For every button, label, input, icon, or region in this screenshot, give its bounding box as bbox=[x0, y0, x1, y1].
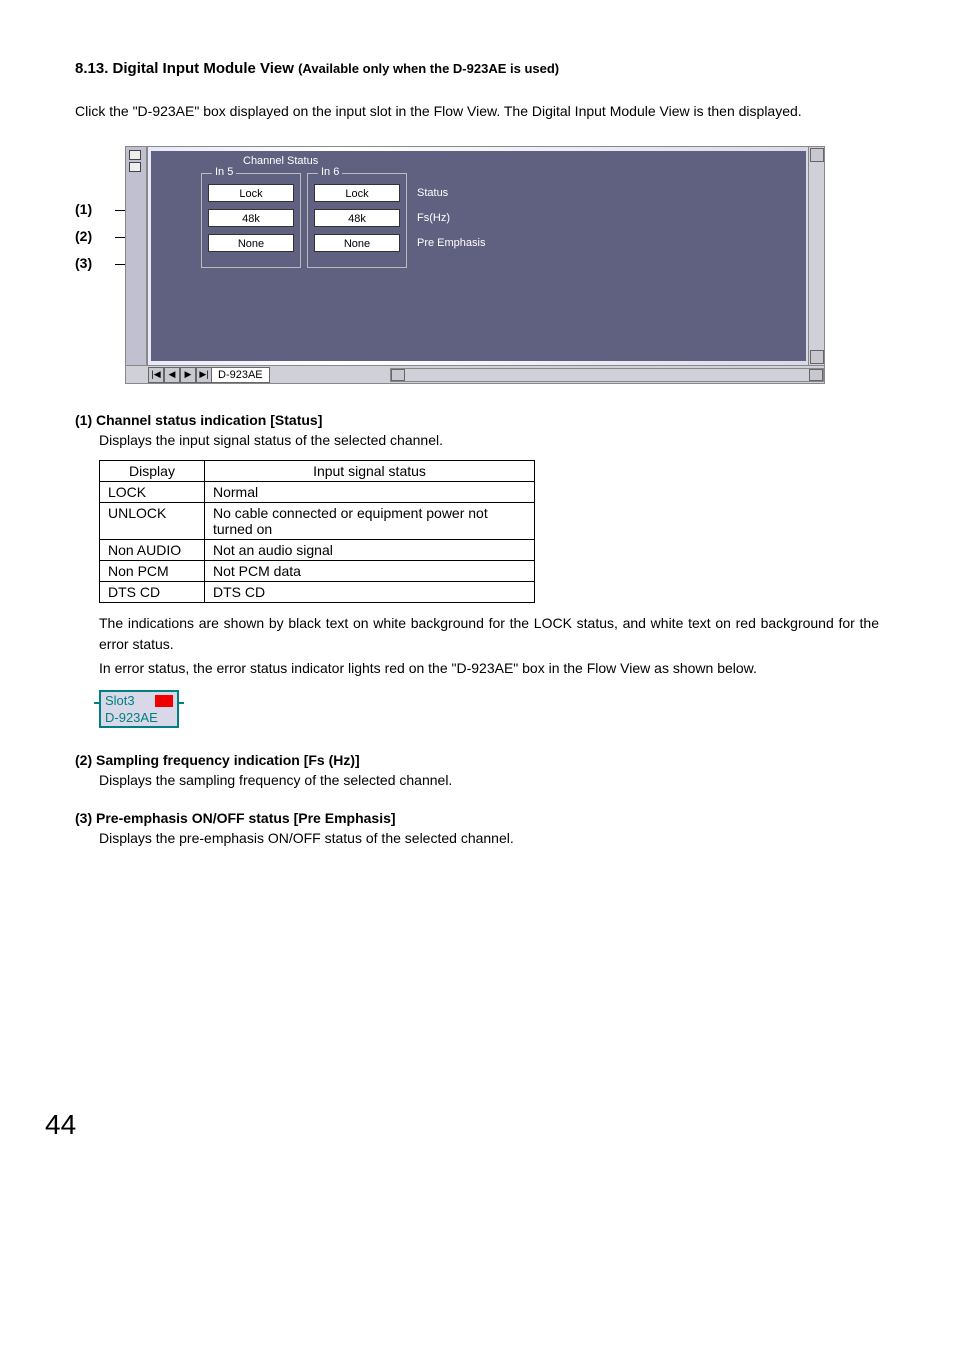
row-label-status: Status bbox=[413, 184, 485, 202]
table-row: LOCK Normal bbox=[100, 482, 535, 503]
status-value: Lock bbox=[208, 184, 294, 202]
row-labels: Status Fs(Hz) Pre Emphasis bbox=[413, 173, 485, 259]
intro-paragraph: Click the "D-923AE" box displayed on the… bbox=[75, 101, 879, 122]
scroll-up-icon[interactable] bbox=[810, 148, 824, 162]
tool-icon[interactable] bbox=[129, 150, 141, 160]
row-label-fs: Fs(Hz) bbox=[413, 209, 485, 227]
table-header-display: Display bbox=[100, 461, 205, 482]
slot-box: Slot3 D-923AE bbox=[99, 690, 179, 728]
section-2-title: (2) Sampling frequency indication [Fs (H… bbox=[75, 752, 879, 768]
section-1-after1: The indications are shown by black text … bbox=[99, 613, 879, 654]
status-value: Lock bbox=[314, 184, 400, 202]
cell: Non AUDIO bbox=[100, 540, 205, 561]
callout-2: (2) bbox=[75, 223, 125, 250]
status-table: Display Input signal status LOCK Normal … bbox=[99, 460, 535, 603]
cell: Not PCM data bbox=[205, 561, 535, 582]
scroll-left-icon[interactable] bbox=[391, 369, 405, 381]
heading-title: 8.13. Digital Input Module View bbox=[75, 60, 294, 77]
table-row: Non AUDIO Not an audio signal bbox=[100, 540, 535, 561]
section-heading: 8.13. Digital Input Module View (Availab… bbox=[75, 60, 879, 77]
tab-next-button[interactable]: ▶ bbox=[180, 367, 196, 383]
table-row: DTS CD DTS CD bbox=[100, 582, 535, 603]
tab-first-button[interactable]: |◀ bbox=[148, 367, 164, 383]
callout-1: (1) bbox=[75, 196, 125, 223]
screenshot-toolbar bbox=[126, 147, 148, 365]
panel-title: Channel Status bbox=[151, 151, 806, 173]
cell: Normal bbox=[205, 482, 535, 503]
cell: DTS CD bbox=[100, 582, 205, 603]
callout-3: (3) bbox=[75, 250, 125, 277]
row-label-preemphasis: Pre Emphasis bbox=[413, 234, 485, 252]
group-label: In 6 bbox=[318, 166, 342, 178]
channel-group-in5: In 5 Lock 48k None bbox=[201, 173, 301, 268]
table-header-status: Input signal status bbox=[205, 461, 535, 482]
section-1-desc: Displays the input signal status of the … bbox=[99, 430, 879, 450]
scroll-right-icon[interactable] bbox=[809, 369, 823, 381]
section-3-desc: Displays the pre-emphasis ON/OFF status … bbox=[99, 828, 879, 848]
table-row: UNLOCK No cable connected or equipment p… bbox=[100, 503, 535, 540]
channel-group-in6: In 6 Lock 48k None bbox=[307, 173, 407, 268]
tab-last-button[interactable]: ▶| bbox=[196, 367, 212, 383]
heading-subtitle: (Available only when the D-923AE is used… bbox=[298, 61, 559, 76]
tool-icon[interactable] bbox=[129, 162, 141, 172]
tab-bar: |◀ ◀ ▶ ▶| D-923AE bbox=[126, 365, 824, 383]
slot-label: Slot3 bbox=[105, 693, 135, 708]
preemphasis-value: None bbox=[314, 234, 400, 252]
cell: No cable connected or equipment power no… bbox=[205, 503, 535, 540]
error-led-icon bbox=[155, 695, 173, 707]
slot-module: D-923AE bbox=[105, 710, 158, 725]
cell: Not an audio signal bbox=[205, 540, 535, 561]
preemphasis-value: None bbox=[208, 234, 294, 252]
cell: Non PCM bbox=[100, 561, 205, 582]
active-tab[interactable]: D-923AE bbox=[212, 367, 270, 383]
vertical-scrollbar[interactable] bbox=[808, 147, 824, 365]
callout-column: (1) (2) (3) bbox=[75, 146, 125, 277]
fs-value: 48k bbox=[314, 209, 400, 227]
horizontal-scrollbar[interactable] bbox=[390, 368, 824, 382]
cell: UNLOCK bbox=[100, 503, 205, 540]
group-label: In 5 bbox=[212, 166, 236, 178]
cell: DTS CD bbox=[205, 582, 535, 603]
cell: LOCK bbox=[100, 482, 205, 503]
section-1-after2: In error status, the error status indica… bbox=[99, 658, 879, 678]
section-1-title: (1) Channel status indication [Status] bbox=[75, 412, 879, 428]
tab-prev-button[interactable]: ◀ bbox=[164, 367, 180, 383]
section-2-desc: Displays the sampling frequency of the s… bbox=[99, 770, 879, 790]
table-row: Non PCM Not PCM data bbox=[100, 561, 535, 582]
scroll-down-icon[interactable] bbox=[810, 350, 824, 364]
section-3-title: (3) Pre-emphasis ON/OFF status [Pre Emph… bbox=[75, 810, 879, 826]
screenshot-panel: Channel Status In 5 Lock 48k None In 6 L… bbox=[125, 146, 825, 384]
page-number: 44 bbox=[45, 1109, 879, 1141]
fs-value: 48k bbox=[208, 209, 294, 227]
